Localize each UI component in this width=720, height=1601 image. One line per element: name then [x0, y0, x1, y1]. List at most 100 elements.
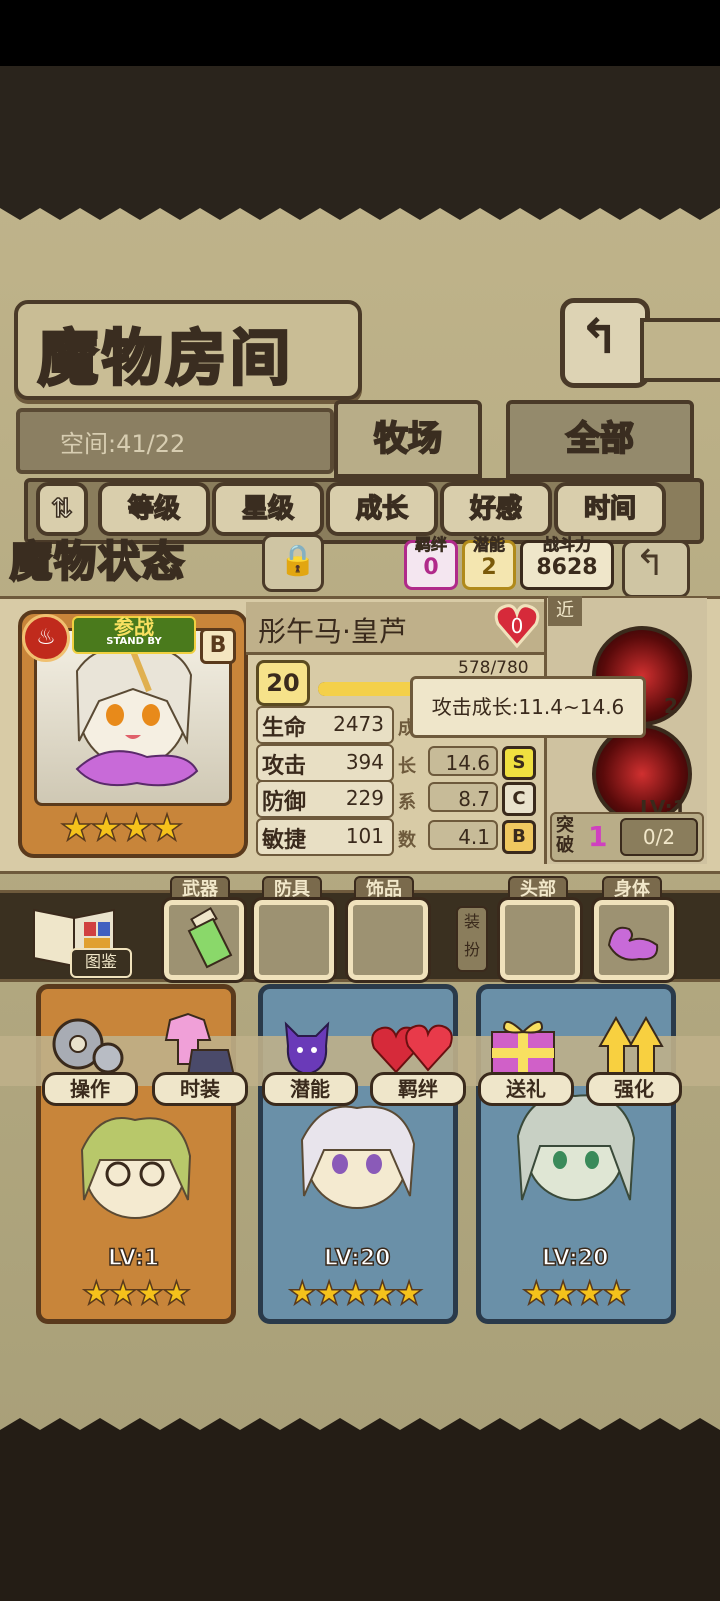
growth-label-char-2: 长: [398, 756, 416, 777]
hearts-icon: [371, 1024, 453, 1074]
fire-element-icon: ♨: [22, 614, 70, 662]
upgrade-arrows-icon: [598, 1015, 664, 1077]
tab-ranch[interactable]: 牧场: [334, 400, 482, 478]
monster-card-2-stars: ★★★★★: [287, 1273, 424, 1313]
space-capacity-bar: 空间:41/22: [16, 408, 334, 474]
fashion-label: 时装: [152, 1072, 248, 1106]
monster-star-rating: ★★★★: [59, 807, 184, 850]
agility-growth-value[interactable]: 4.1: [428, 820, 498, 850]
operate-label: 操作: [42, 1072, 138, 1106]
power-label: 战斗力: [542, 535, 592, 555]
enhance-label: 强化: [586, 1072, 682, 1106]
codex-label: 图鉴: [70, 948, 132, 978]
filter-star-button[interactable]: 星级: [212, 482, 324, 536]
zigzag-border-top: [0, 196, 720, 220]
weapon-slot[interactable]: [161, 897, 247, 983]
rarity-grade-badge: B: [200, 628, 236, 664]
affection-value: 0: [511, 614, 524, 638]
operate-button[interactable]: 操作: [38, 1010, 138, 1106]
armor-slot[interactable]: [251, 897, 337, 983]
return-arrow-icon: ↰: [635, 543, 666, 584]
breakthrough-box[interactable]: 突破 1 0/2: [550, 812, 704, 862]
room-title-plate: 魔物房间: [14, 300, 362, 400]
stat-agility-label: 敏捷: [262, 828, 307, 853]
filter-growth-button[interactable]: 成长: [326, 482, 438, 536]
power-value: 8628: [536, 555, 598, 580]
back-button-rail: [640, 318, 720, 382]
page-title: 魔物房间: [37, 323, 294, 396]
power-stat: 战斗力 8628: [520, 535, 614, 590]
tab-all[interactable]: 全部: [506, 400, 694, 478]
filter-affection-button[interactable]: 好感: [440, 482, 552, 536]
dress-up-label: 装扮: [463, 912, 480, 959]
growth-label-char-4: 数: [398, 830, 416, 851]
lock-button[interactable]: 🔒: [262, 534, 324, 592]
breakthrough-label: 突破: [556, 815, 574, 856]
bond-label: 羁绊: [414, 535, 448, 555]
skill-1-level: 2: [664, 694, 678, 718]
fashion-button[interactable]: 时装: [148, 1010, 248, 1106]
stat-hp: 生命 2473: [256, 706, 394, 744]
agility-growth-grade: B: [502, 820, 536, 854]
stat-hp-value: 2473: [333, 712, 384, 736]
standby-banner-sublabel: STAND BY: [106, 636, 162, 647]
monster-card-1-art: [80, 1117, 192, 1219]
standby-banner: 参战 STAND BY: [72, 616, 196, 654]
stat-defense-value: 229: [345, 786, 384, 810]
lock-icon: 🔒: [279, 543, 317, 578]
map-background-bottom: [0, 1440, 720, 1601]
monster-card-3-stars: ★★★★: [521, 1273, 631, 1313]
return-arrow-icon: ↰: [579, 309, 620, 365]
potion-bottle-icon: [187, 906, 233, 969]
monster-card-2-level: LV:20: [323, 1245, 391, 1272]
stat-attack-value: 394: [345, 750, 384, 774]
exp-text: 578/780: [458, 658, 529, 678]
back-button[interactable]: ↰: [560, 298, 650, 388]
stat-attack: 攻击 394: [256, 744, 394, 782]
gift-button[interactable]: 送礼: [474, 1010, 574, 1106]
bond-button[interactable]: 羁绊: [366, 1010, 466, 1106]
outfit-icon: [164, 1012, 236, 1077]
gift-label: 送礼: [478, 1072, 574, 1106]
defense-growth-grade: C: [502, 782, 536, 816]
stat-agility: 敏捷 101: [256, 818, 394, 856]
shadow-spirit-icon: [284, 1021, 330, 1076]
space-capacity-label: 空间:41/22: [60, 430, 186, 458]
stat-attack-label: 攻击: [262, 754, 307, 779]
bond-stat: 羁绊 0: [404, 535, 458, 590]
stat-defense-label: 防御: [262, 790, 307, 815]
collapse-button[interactable]: ↰: [622, 540, 690, 598]
enhance-button[interactable]: 强化: [582, 1010, 682, 1106]
slug-costume-icon: [607, 926, 659, 961]
body-slot[interactable]: [591, 897, 677, 983]
gear-icon: [52, 1018, 124, 1074]
filter-time-button[interactable]: 时间: [554, 482, 666, 536]
standby-banner-label: 参战: [114, 615, 154, 639]
monster-card-2-art: [300, 1105, 416, 1209]
monster-status-title: 魔物状态: [9, 536, 187, 588]
bond-value: 0: [423, 555, 439, 580]
head-slot[interactable]: [497, 897, 583, 983]
attack-growth-grade: S: [502, 746, 536, 780]
defense-growth-value[interactable]: 8.7: [428, 782, 498, 812]
monster-name: 彤午马·皇芦: [258, 615, 407, 648]
accessory-slot[interactable]: [345, 897, 431, 983]
potential-value: 2: [481, 555, 497, 580]
bond-label: 羁绊: [370, 1072, 466, 1106]
breakthrough-count: 1: [588, 820, 608, 853]
dress-up-tag: 装扮: [456, 906, 488, 972]
potential-label: 潜能: [472, 535, 506, 555]
monster-card-3-level: LV:20: [541, 1245, 609, 1272]
monster-card-1-stars: ★★★★: [81, 1273, 191, 1313]
growth-label-char-3: 系: [398, 792, 416, 813]
attack-range-tag: 近: [548, 596, 582, 626]
stat-defense: 防御 229: [256, 780, 394, 818]
attack-growth-value[interactable]: 14.6: [428, 746, 498, 776]
monster-level: 20: [256, 660, 310, 706]
potential-label: 潜能: [262, 1072, 358, 1106]
monster-card-1-level: LV:1: [107, 1245, 160, 1272]
stat-agility-value: 101: [345, 824, 384, 848]
attack-growth-tooltip: 攻击成长:11.4~14.6: [410, 676, 646, 738]
potential-button[interactable]: 潜能: [258, 1010, 358, 1106]
affection-heart-icon[interactable]: 0: [492, 600, 542, 650]
